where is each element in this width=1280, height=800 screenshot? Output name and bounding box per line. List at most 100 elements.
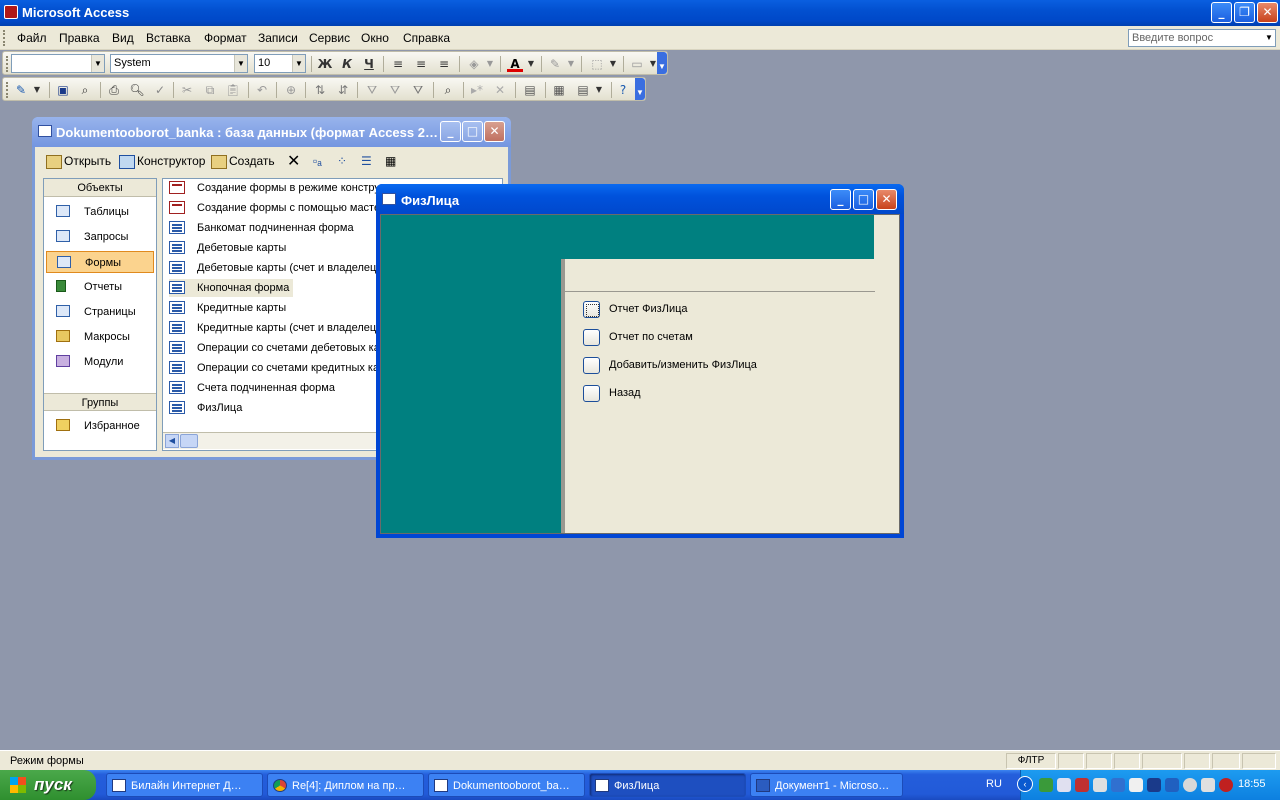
find-icon[interactable]: ⌕ [440, 82, 456, 98]
menu-file[interactable]: Файл [17, 31, 47, 45]
bold-icon[interactable]: Ж [317, 56, 333, 72]
taskbar-item-active[interactable]: ФизЛица [589, 773, 746, 797]
list-item[interactable]: Дебетовые карты [169, 239, 286, 257]
start-button[interactable]: пуск [0, 770, 96, 800]
form-window-title-bar[interactable]: ФизЛица _ □ ✕ [376, 184, 904, 214]
tray-app-icon[interactable] [1201, 778, 1215, 792]
chevron-down-icon[interactable]: ▼ [234, 55, 247, 72]
toolbar-grip[interactable] [6, 82, 9, 98]
report-fizlica-button[interactable] [583, 301, 600, 318]
object-combo[interactable]: ▼ [11, 54, 105, 73]
menu-window[interactable]: Окно [361, 31, 389, 45]
group-favorites[interactable]: Избранное [46, 415, 154, 437]
menu-format[interactable]: Формат [204, 31, 247, 45]
align-center-icon[interactable]: ≡ [413, 56, 429, 72]
large-icons-icon[interactable]: ▫ₐ [313, 152, 322, 170]
properties-icon[interactable]: ▤ [522, 82, 538, 98]
italic-icon[interactable]: К [339, 56, 355, 72]
list-item[interactable]: Создание формы в режиме конструктора [169, 179, 408, 197]
db-close-button[interactable]: ✕ [484, 121, 505, 142]
language-indicator[interactable]: RU [986, 778, 1002, 790]
create-button[interactable]: Создать [211, 152, 275, 170]
list-item[interactable]: Кредитные карты (счет и владелец) [169, 319, 380, 337]
database-window-title-bar[interactable]: Dokumentooborot_banka : база данных (фор… [32, 117, 511, 147]
tray-app-icon[interactable] [1111, 778, 1125, 792]
sort-ascending-icon[interactable]: ⇅ [312, 82, 328, 98]
menu-help[interactable]: Справка [403, 31, 450, 45]
chevron-down-icon[interactable]: ▼ [292, 55, 305, 72]
chevron-down-icon[interactable]: ▼ [563, 56, 579, 72]
view-design-icon[interactable]: ✎ [13, 82, 29, 98]
tray-app-icon[interactable] [1183, 778, 1197, 792]
tray-monitor-icon[interactable] [1147, 778, 1161, 792]
menu-edit[interactable]: Правка [59, 31, 100, 45]
menu-records[interactable]: Записи [258, 31, 298, 45]
menu-insert[interactable]: Вставка [146, 31, 191, 45]
copy-icon[interactable]: ⧉ [202, 82, 218, 98]
tray-app-icon[interactable] [1057, 778, 1071, 792]
list-item[interactable]: Создание формы с помощью мастера [169, 199, 392, 217]
align-left-icon[interactable]: ≡ [390, 56, 406, 72]
toolbar-options-icon[interactable]: ▼ [635, 78, 645, 100]
details-view-icon[interactable]: ▦ [385, 152, 396, 170]
scroll-left-icon[interactable]: ◀ [165, 434, 179, 448]
chevron-down-icon[interactable]: ▼ [523, 56, 539, 72]
chevron-down-icon[interactable]: ▼ [91, 55, 104, 72]
list-item[interactable]: Банкомат подчиненная форма [169, 219, 354, 237]
groups-header[interactable]: Группы [44, 393, 156, 411]
list-item[interactable]: Кредитные карты [169, 299, 286, 317]
db-maximize-button[interactable]: □ [462, 121, 483, 142]
db-minimize-button[interactable]: _ [440, 121, 461, 142]
taskbar-item[interactable]: Dokumentooborot_ba… [428, 773, 585, 797]
apply-filter-icon[interactable]: ⛛ [410, 82, 426, 98]
menu-grip[interactable] [3, 30, 6, 46]
undo-icon[interactable]: ↶ [254, 82, 270, 98]
object-reports[interactable]: Отчеты [46, 276, 154, 298]
font-size-combo[interactable]: 10 ▼ [254, 54, 306, 73]
tray-network-icon[interactable] [1039, 778, 1053, 792]
cut-icon[interactable]: ✂ [179, 82, 195, 98]
list-item[interactable]: ФизЛица [169, 399, 242, 417]
report-accounts-button[interactable] [583, 329, 600, 346]
spelling-icon[interactable]: ✓ [152, 82, 168, 98]
tray-app-icon[interactable] [1093, 778, 1107, 792]
list-item[interactable]: Дебетовые карты (счет и владелец) [169, 259, 380, 277]
minimize-button[interactable]: _ [1211, 2, 1232, 23]
delete-record-icon[interactable]: ✕ [492, 82, 508, 98]
form-close-button[interactable]: ✕ [876, 189, 897, 210]
taskbar-item[interactable]: Re[4]: Диплом на пр… [267, 773, 424, 797]
toolbar-options-icon[interactable]: ▼ [657, 52, 667, 74]
chevron-down-icon[interactable]: ▼ [482, 56, 498, 72]
form-minimize-button[interactable]: _ [830, 189, 851, 210]
form-icon[interactable] [382, 193, 396, 205]
delete-icon[interactable]: ✕ [287, 152, 300, 170]
border-icon[interactable]: ⬚ [589, 56, 605, 72]
fill-color-icon[interactable]: ◈ [466, 56, 482, 72]
clock[interactable]: 18:55 [1238, 778, 1266, 790]
chevron-down-icon[interactable]: ▼ [1263, 30, 1275, 46]
help-question-box[interactable]: Введите вопрос ▼ [1128, 29, 1276, 47]
align-right-icon[interactable]: ≡ [436, 56, 452, 72]
print-icon[interactable]: ⎙ [106, 82, 122, 98]
object-queries[interactable]: Запросы [46, 226, 154, 248]
toolbar-grip[interactable] [6, 56, 9, 72]
chevron-down-icon[interactable]: ▼ [29, 82, 45, 98]
list-item[interactable]: Операции со счетами дебетовых карт [169, 339, 391, 357]
database-icon[interactable] [38, 125, 52, 137]
new-record-icon[interactable]: ▸* [469, 82, 485, 98]
object-forms[interactable]: Формы [46, 251, 154, 273]
tray-volume-icon[interactable] [1129, 778, 1143, 792]
save-icon[interactable]: ▣ [55, 82, 71, 98]
tray-app-icon[interactable] [1165, 778, 1179, 792]
filter-by-selection-icon[interactable]: ⛛ [364, 82, 380, 98]
taskbar-item[interactable]: Билайн Интернет Д… [106, 773, 263, 797]
font-combo[interactable]: System ▼ [110, 54, 248, 73]
special-effect-icon[interactable]: ▭ [629, 56, 645, 72]
form-maximize-button[interactable]: □ [853, 189, 874, 210]
new-object-icon[interactable]: ▤ [575, 82, 591, 98]
hyperlink-icon[interactable]: ⊕ [283, 82, 299, 98]
list-item[interactable]: Операции со счетами кредитных карт [169, 359, 390, 377]
edit-fizlica-button[interactable] [583, 357, 600, 374]
menu-view[interactable]: Вид [112, 31, 134, 45]
close-button[interactable]: ✕ [1257, 2, 1278, 23]
